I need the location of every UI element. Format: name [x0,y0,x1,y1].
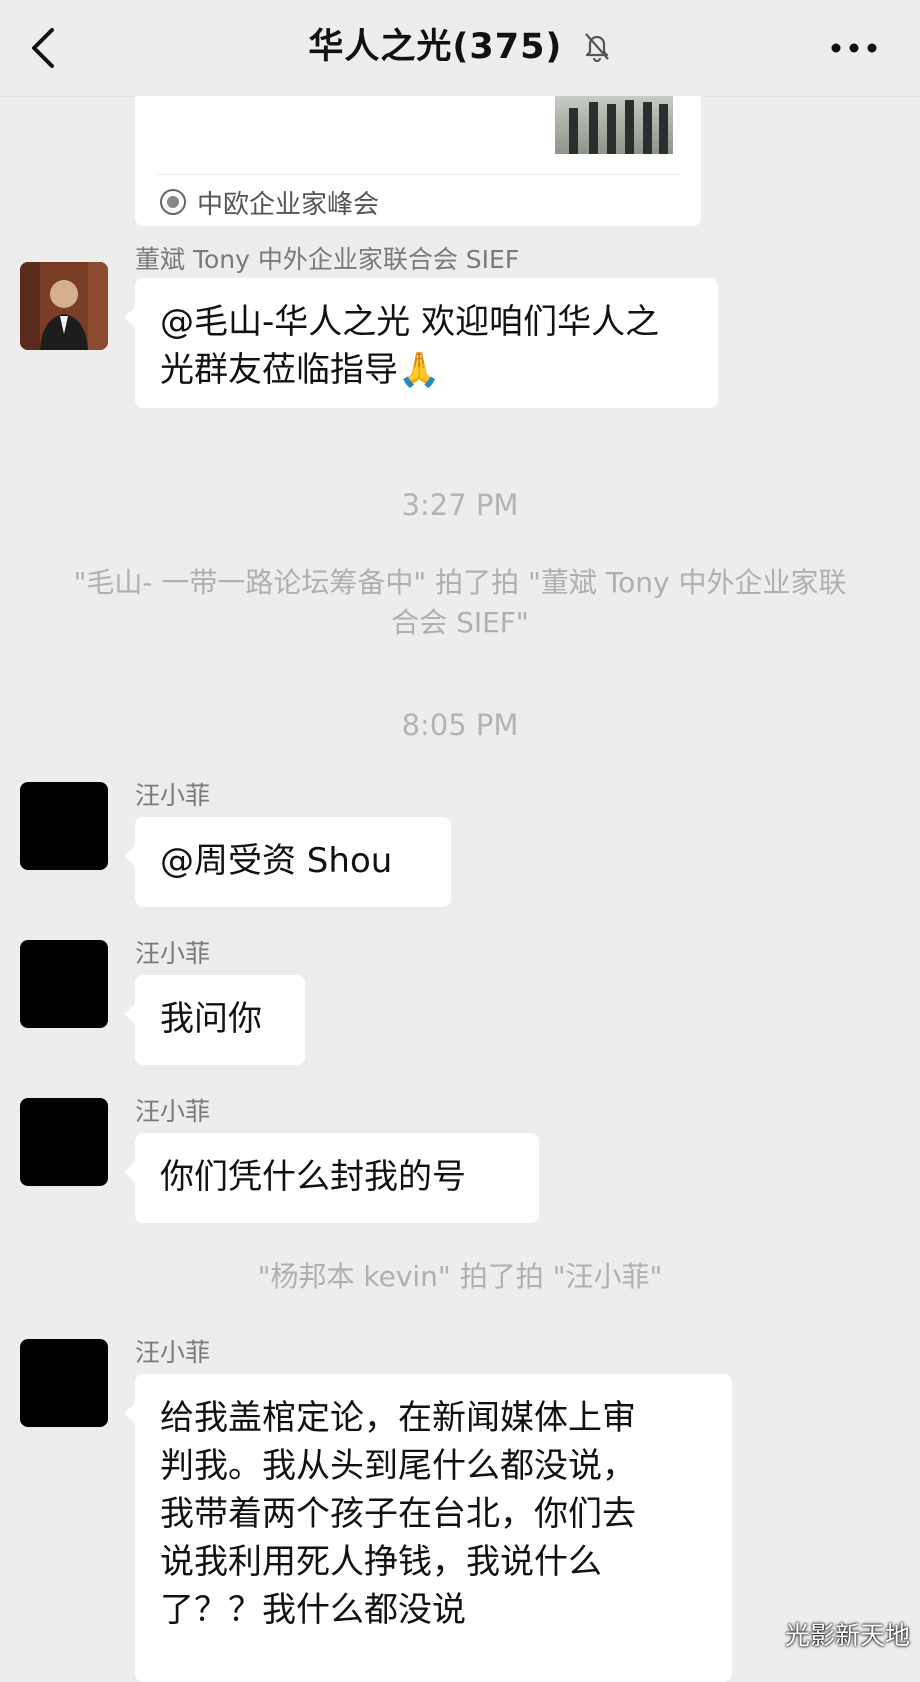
sender-name: 汪小菲 [135,781,211,810]
message-text-line2: 光群友莅临指导🙏 [160,350,441,390]
sender-name: 董斌 Tony 中外企业家联合会 SIEF [135,245,520,274]
message-bubble[interactable]: 你们凭什么封我的号 [124,1133,539,1223]
message-bubble[interactable]: @周受资 Shou [124,817,451,907]
timestamp: 8:05 PM [401,708,519,742]
avatar[interactable] [20,262,108,350]
card-divider [157,174,679,175]
avatar[interactable] [20,940,108,1028]
message-text: 我问你 [160,999,262,1039]
sender-name: 汪小菲 [135,939,211,968]
message-text-line: 判我。我从头到尾什么都没说， [160,1446,636,1486]
watermark: 光影新天地 [784,1621,910,1650]
avatar[interactable] [20,1098,108,1186]
message-text-line: 我带着两个孩子在台北，你们去 [160,1494,636,1534]
message-text: @毛山-华人之光 欢迎咱们华人之 [160,302,660,342]
avatar[interactable] [20,1339,108,1427]
bell-muted-icon [584,33,609,62]
message-text: @周受资 Shou [160,841,393,881]
message-text-line: 给我盖棺定论，在新闻媒体上审 [160,1398,636,1438]
message-bubble[interactable]: @毛山-华人之光 欢迎咱们华人之 光群友莅临指导🙏 [124,278,718,408]
sender-name: 汪小菲 [135,1097,211,1126]
message-text-line: 说我利用死人挣钱，我说什么 [160,1542,602,1582]
card-source: 中欧企业家峰会 [159,182,379,222]
chat-title-wrap: 华人之光(375) [0,22,920,72]
avatar[interactable] [20,782,108,870]
more-button[interactable] [824,30,884,66]
message-bubble[interactable]: 给我盖棺定论，在新闻媒体上审 判我。我从头到尾什么都没说， 我带着两个孩子在台北… [124,1374,732,1682]
system-pat-message: "杨邦本 kevin" 拍了拍 "汪小菲" [257,1260,663,1293]
card-thumbnail [555,96,673,154]
message-text-line: 了？？我什么都没说 [160,1590,466,1630]
link-card[interactable]: 中欧企业家峰会 [135,96,701,226]
timestamp: 3:27 PM [401,488,519,522]
chat-title: 华人之光(375) [308,27,563,67]
sender-name: 汪小菲 [135,1338,211,1367]
source-logo-icon [160,189,186,215]
message-text: 你们凭什么封我的号 [160,1157,466,1197]
system-pat-message: "毛山- 一带一路论坛筹备中" 拍了拍 "董斌 Tony 中外企业家联合会 SI… [73,566,847,639]
chat-header: 华人之光(375) [0,0,920,97]
pray-emoji-icon: 🙏 [398,350,441,390]
more-dots-icon [831,43,877,53]
message-bubble[interactable]: 我问你 [124,975,305,1065]
card-source-label: 中欧企业家峰会 [197,189,380,220]
